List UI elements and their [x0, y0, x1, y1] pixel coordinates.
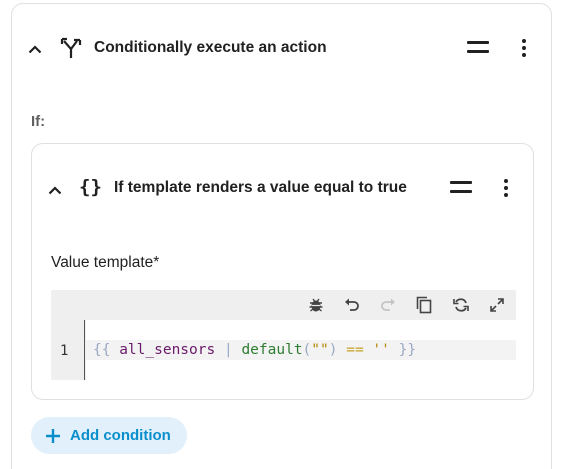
code-token-paren: (: [302, 342, 312, 358]
if-label: If:: [31, 113, 46, 130]
condition-card: {} If template renders a value equal to …: [31, 143, 534, 400]
redo-icon[interactable]: [378, 295, 398, 315]
chevron-up-icon[interactable]: [25, 39, 45, 59]
code-token-var: all_sensors: [119, 342, 216, 358]
code-area[interactable]: {{ all_sensors | default("") == '' }}: [86, 320, 516, 380]
dots-vertical-icon[interactable]: [503, 179, 509, 197]
dots-vertical-icon[interactable]: [521, 39, 527, 57]
code-token-str: "": [311, 342, 329, 358]
code-braces-icon: {}: [79, 176, 102, 198]
action-header[interactable]: Conditionally execute an action: [12, 4, 551, 92]
source-branch-icon: [59, 36, 83, 60]
code-editor[interactable]: 1 {{ all_sensors | default("") == '' }}: [51, 290, 516, 380]
value-template-label: Value template*: [51, 254, 160, 271]
drag-handle-icon[interactable]: [467, 41, 489, 53]
code-token-str: '': [372, 342, 390, 358]
bug-icon[interactable]: [306, 295, 326, 315]
fullscreen-icon[interactable]: [487, 295, 507, 315]
code-line[interactable]: {{ all_sensors | default("") == '' }}: [93, 341, 416, 359]
condition-title: If template renders a value equal to tru…: [114, 179, 407, 196]
choose-action-card: Conditionally execute an action If: {} I…: [11, 3, 552, 469]
code-token-brace: {{: [93, 342, 111, 358]
add-condition-label: Add condition: [70, 427, 171, 444]
chevron-up-icon[interactable]: [45, 180, 65, 200]
action-title: Conditionally execute an action: [94, 39, 327, 56]
code-token-filter: default: [241, 342, 303, 358]
autorenew-icon[interactable]: [451, 295, 471, 315]
code-token-pipe: |: [223, 342, 233, 358]
code-token-op: ==: [346, 342, 364, 358]
copy-icon[interactable]: [414, 295, 434, 315]
code-token-brace: }}: [398, 342, 417, 358]
undo-icon[interactable]: [342, 295, 362, 315]
drag-handle-icon[interactable]: [450, 181, 472, 193]
line-number: 1: [60, 343, 69, 359]
add-condition-button[interactable]: Add condition: [31, 417, 187, 454]
editor-toolbar: [51, 290, 516, 320]
plus-icon: [45, 428, 61, 444]
